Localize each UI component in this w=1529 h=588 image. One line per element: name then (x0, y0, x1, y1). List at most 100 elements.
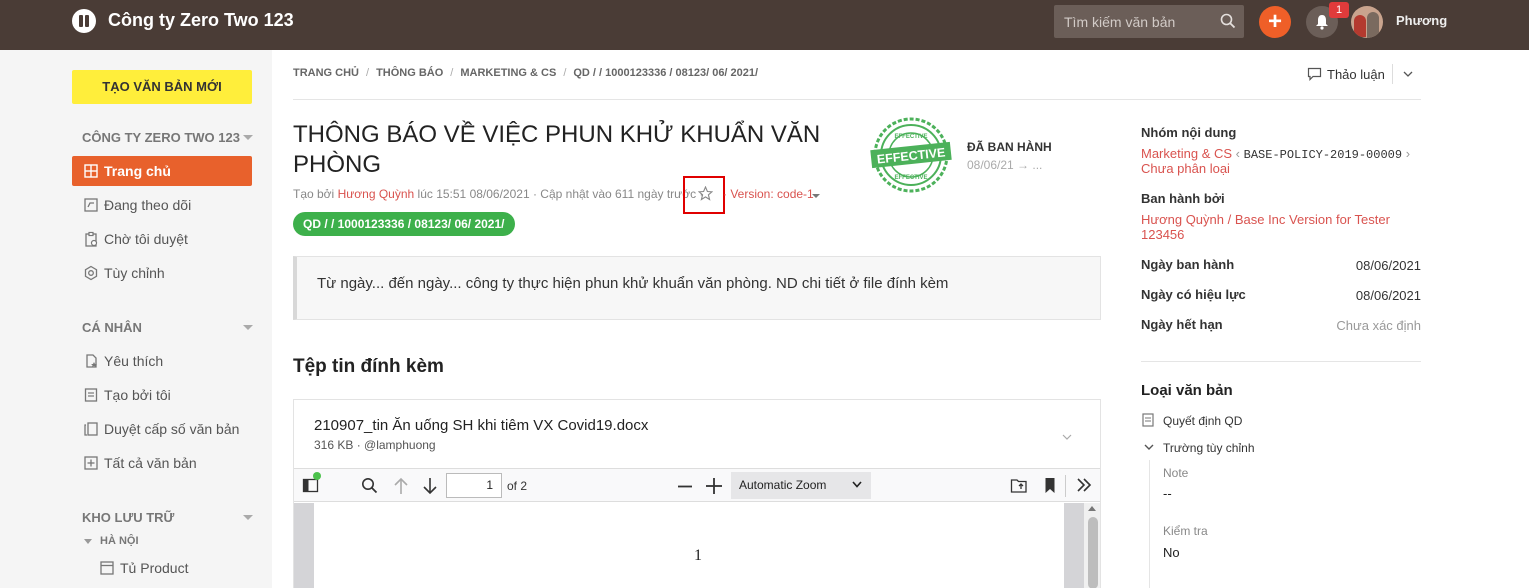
group-link: Marketing & CS ‹ BASE-POLICY-2019-00009 … (1141, 146, 1410, 162)
bookmark-icon[interactable] (1044, 477, 1056, 494)
logo-icon[interactable] (72, 9, 96, 33)
search-placeholder: Tìm kiếm văn bản (1064, 14, 1176, 30)
page-title: THÔNG BÁO VỀ VIỆC PHUN KHỬ KHUẨN VĂN PHÒ… (293, 121, 821, 178)
sidebar-item-label: Yêu thích (104, 353, 164, 369)
sidebar-item-settings[interactable]: Tùy chỉnh (72, 258, 252, 288)
note-value: -- (1163, 486, 1172, 501)
page-number-input[interactable]: 1 (446, 473, 502, 498)
breadcrumb-item[interactable]: TRANG CHỦ (293, 67, 359, 79)
new-document-button[interactable]: TẠO VĂN BẢN MỚI (72, 70, 252, 104)
top-bar: Công ty Zero Two 123 Tìm kiếm văn bản + … (0, 0, 1529, 50)
caret-down-icon[interactable] (84, 539, 92, 544)
meta-prefix: Tạo bởi (293, 187, 335, 201)
sidebar-item-label: Tủ Product (120, 560, 189, 576)
sidebar-item-cabinet[interactable]: Tủ Product (88, 553, 252, 583)
open-file-icon[interactable] (1010, 477, 1028, 494)
storage-subgroup-title[interactable]: HÀ NỘI (100, 535, 139, 547)
grid-icon (84, 164, 98, 178)
pdf-page-number: 1 (694, 547, 702, 564)
group-subcategory[interactable]: Chưa phân loại (1141, 161, 1230, 176)
all-docs-icon (84, 456, 98, 470)
chevron-down-icon[interactable] (243, 515, 253, 520)
chevron-down-icon[interactable] (1144, 444, 1154, 451)
pdf-toolbar: 1 of 2 Automatic Zoom (294, 468, 1100, 502)
check-value: No (1163, 545, 1180, 560)
file-meta: 316 KB · @lamphuong (314, 438, 436, 452)
chevron-down-icon[interactable] (243, 325, 253, 330)
breadcrumb-item[interactable]: MARKETING & CS (460, 67, 556, 79)
scroll-up-icon[interactable] (1088, 506, 1096, 511)
chevron-down-icon[interactable] (852, 481, 862, 488)
username[interactable]: Phương (1396, 13, 1447, 28)
avatar[interactable] (1351, 6, 1383, 38)
sidebar-item-label: Chờ tôi duyệt (104, 231, 188, 247)
sidebar-item-label: Tất cả văn bản (104, 455, 197, 471)
sidebar-item-all-docs[interactable]: Tất cả văn bản (72, 448, 252, 478)
caret-down-icon[interactable] (812, 194, 820, 198)
discuss-label: Thảo luận (1327, 67, 1385, 82)
meta-suffix: lúc 15:51 08/06/2021 · Cập nhật vào 611 … (417, 187, 704, 201)
bell-icon (1316, 15, 1328, 30)
group-code[interactable]: BASE-POLICY-2019-00009 (1244, 148, 1402, 162)
add-button[interactable]: + (1259, 6, 1291, 38)
expiry-date-label: Ngày hết hạn (1141, 317, 1223, 332)
chevron-down-icon[interactable] (1062, 434, 1072, 441)
sidebar-item-numbering[interactable]: Duyệt cấp số văn bản (72, 414, 252, 444)
breadcrumb-item[interactable]: THÔNG BÁO (376, 67, 443, 79)
status-date: 08/06/21 → ... (967, 158, 1043, 172)
arrow-up-icon[interactable] (393, 477, 409, 495)
divider (1065, 475, 1066, 497)
clipboard-icon (85, 231, 98, 247)
document-icon (1142, 413, 1154, 427)
issue-date-value: 08/06/2021 (1355, 258, 1421, 273)
stack-icon (84, 422, 98, 436)
description-box: Từ ngày... đến ngày... công ty thực hiện… (293, 256, 1101, 320)
sidebar-item-favorites[interactable]: Yêu thích (72, 346, 252, 376)
note-label: Note (1163, 466, 1189, 480)
issued-by-link[interactable]: Hương Quỳnh / Base Inc Version for Teste… (1141, 212, 1421, 242)
sidebar-item-following[interactable]: Đang theo dõi (72, 190, 252, 220)
pdf-viewer[interactable]: 1 (294, 503, 1100, 588)
zoom-out-icon[interactable] (678, 485, 692, 488)
document-type-title: Loại văn bản (1141, 382, 1233, 399)
separator: › (1405, 146, 1411, 161)
chat-icon (1307, 67, 1322, 81)
effective-date-value: 08/06/2021 (1355, 288, 1421, 303)
storage-section-title[interactable]: KHO LƯU TRỮ (82, 510, 174, 525)
company-name[interactable]: Công ty Zero Two 123 (108, 10, 294, 31)
file-name[interactable]: 210907_tin Ăn uống SH khi tiêm VX Covid1… (314, 417, 648, 434)
author-link[interactable]: Hương Quỳnh (338, 187, 415, 201)
chevron-down-icon[interactable] (1403, 70, 1413, 78)
sidebar-item-label: Tùy chỉnh (104, 265, 165, 281)
sidebar-item-pending[interactable]: Chờ tôi duyệt (72, 224, 252, 254)
group-category-link[interactable]: Marketing & CS (1141, 146, 1232, 161)
breadcrumb: TRANG CHỦ / THÔNG BÁO / MARKETING & CS / QD / … (293, 67, 758, 79)
sidebar-item-label: Duyệt cấp số văn bản (104, 421, 240, 437)
stamp-ring-text: EFFECTIVE (894, 175, 927, 181)
arrow-down-icon[interactable] (422, 477, 438, 495)
sidebar-item-home[interactable]: Trang chủ (72, 156, 252, 186)
issued-by-label: Ban hành bởi (1141, 191, 1225, 206)
version-dropdown[interactable]: · Version: code-1 (723, 187, 814, 201)
more-tools-icon[interactable] (1076, 477, 1092, 493)
search-icon[interactable] (1220, 13, 1236, 29)
breadcrumb-separator: / (366, 67, 370, 79)
star-icon[interactable] (698, 186, 713, 201)
document-type-value[interactable]: Quyết định QD (1163, 414, 1242, 428)
personal-section-title[interactable]: CÁ NHÂN (82, 320, 142, 335)
status-dot (313, 472, 321, 480)
search-icon[interactable] (361, 477, 378, 494)
company-section-title[interactable]: CÔNG TY ZERO TWO 123 (82, 130, 240, 145)
custom-fields-toggle[interactable]: Trường tùy chỉnh (1163, 441, 1255, 455)
breadcrumb-item[interactable]: QD / / 1000123336 / 08123/ 06/ 2021/ (573, 67, 758, 79)
chevron-down-icon[interactable] (243, 135, 253, 140)
sidebar-item-created-by-me[interactable]: Tạo bởi tôi (72, 380, 252, 410)
scrollbar-thumb[interactable] (1088, 517, 1098, 588)
notification-badge: 1 (1329, 2, 1349, 18)
zoom-in-icon[interactable] (706, 478, 722, 494)
search-input[interactable]: Tìm kiếm văn bản (1054, 5, 1244, 38)
sidebar-item-label: Đang theo dõi (104, 197, 192, 213)
zoom-select[interactable]: Automatic Zoom (731, 472, 871, 499)
breadcrumb-separator: / (450, 67, 454, 79)
attachments-title: Tệp tin đính kèm (293, 356, 444, 377)
